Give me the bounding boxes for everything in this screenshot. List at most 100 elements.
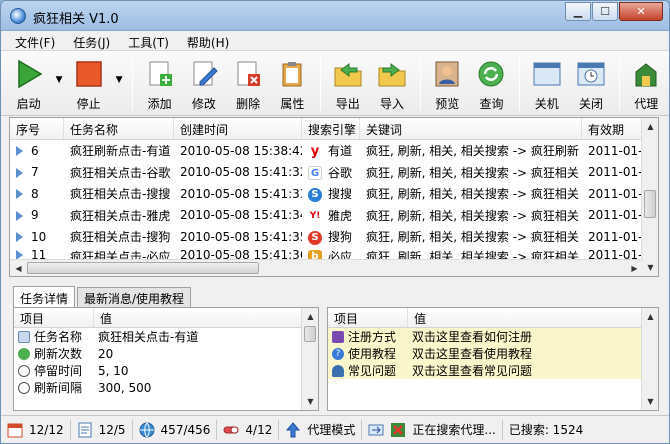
minimize-button[interactable]: ▁ (565, 2, 591, 21)
status-network: 457/456 (133, 419, 218, 440)
list-item[interactable]: 常见问题 双击这里查看常见问题 (328, 362, 658, 379)
column-header-engine[interactable]: 搜索引擎 (302, 118, 360, 139)
help-icon: ? (332, 347, 344, 360)
list-item[interactable]: 刷新次数 20 (14, 345, 318, 362)
google-icon: G (308, 166, 322, 181)
tab-news-tutorials[interactable]: 最新消息/使用教程 (77, 287, 192, 309)
calendar-icon (7, 423, 23, 437)
help-panel: 项目 值 注册方式 双击这里查看如何注册 ? 使用教程 双击这里查看使用教程 常见… (327, 307, 659, 411)
menu-file[interactable]: 文件(F) (9, 31, 61, 50)
yahoo-icon: Y! (308, 209, 322, 224)
proxy-button[interactable]: 代理 (625, 55, 668, 113)
play-icon (16, 232, 23, 243)
menu-task[interactable]: 任务(J) (67, 31, 116, 50)
add-button[interactable]: 添加 (138, 55, 181, 113)
scroll-down-icon[interactable]: ▼ (302, 393, 318, 410)
scroll-up-icon[interactable]: ▲ (642, 118, 658, 135)
scroll-up-icon[interactable]: ▲ (642, 308, 658, 325)
column-header-keywords[interactable]: 关键词 (360, 118, 582, 139)
column-header-id[interactable]: 序号 (10, 118, 64, 139)
table-row[interactable]: 7 疯狂相关点击-谷歌 2010-05-08 15:41:32 G 谷歌 疯狂, … (10, 162, 658, 184)
close-button[interactable]: ✕ (619, 2, 663, 21)
status-mode[interactable]: 代理模式 (279, 419, 363, 440)
scroll-left-icon[interactable]: ◀ (10, 260, 27, 276)
import-button[interactable]: 导入 (370, 55, 413, 113)
edit-button[interactable]: 修改 (182, 55, 225, 113)
details-column-item[interactable]: 项目 (14, 308, 94, 327)
status-sessions: 12/5 (71, 419, 133, 440)
clock-window-icon (576, 59, 606, 89)
start-button[interactable]: 启动 (7, 55, 50, 113)
user-icon (332, 364, 344, 377)
up-arrow-icon (286, 421, 301, 437)
export-button[interactable]: 导出 (326, 55, 369, 113)
task-list-horizontal-scrollbar[interactable]: ◀ ▶ (10, 259, 643, 276)
proxy-icon (631, 59, 661, 89)
list-item[interactable]: ? 使用教程 双击这里查看使用教程 (328, 345, 658, 362)
table-row[interactable]: 6 疯狂刷新点击-有道 2010-05-08 15:38:42 y 有道 疯狂, … (10, 140, 658, 162)
toolbar: 启动 ▼ 停止 ▼ 添加 修改 删除 属性 导出 导入 预览 查询 关机 关闭 … (1, 51, 669, 116)
soso-icon: S (308, 187, 322, 202)
list-item[interactable]: 任务名称 疯狂相关点击-有道 (14, 328, 318, 345)
window-icon (532, 59, 562, 89)
menu-help[interactable]: 帮助(H) (181, 31, 235, 50)
help-column-value[interactable]: 值 (408, 308, 642, 327)
stop-dropdown-arrow[interactable]: ▼ (111, 55, 127, 115)
scroll-down-icon[interactable]: ▼ (642, 393, 658, 410)
add-document-icon (145, 59, 175, 89)
start-dropdown-arrow[interactable]: ▼ (51, 55, 67, 115)
delete-document-icon (233, 59, 263, 89)
scroll-right-icon[interactable]: ▶ (626, 260, 643, 276)
delete-button[interactable]: 删除 (227, 55, 270, 113)
properties-button[interactable]: 属性 (271, 55, 314, 113)
task-list: 序号 任务名称 创建时间 搜索引擎 关键词 有效期 6 疯狂刷新点击-有道 20… (9, 117, 659, 277)
play-icon (16, 210, 23, 221)
preview-button[interactable]: 预览 (426, 55, 469, 113)
status-tests: 4/12 (217, 419, 280, 440)
person-portrait-icon (432, 59, 462, 89)
status-tasks: 12/12 (1, 419, 71, 440)
app-window: 疯狂相关 V1.0 ▁ ☐ ✕ 文件(F) 任务(J) 工具(T) 帮助(H) … (0, 0, 670, 444)
help-column-item[interactable]: 项目 (328, 308, 408, 327)
scroll-up-icon[interactable]: ▲ (302, 308, 318, 325)
sogou-icon: S (308, 230, 322, 245)
help-vertical-scrollbar[interactable]: ▲ ▼ (641, 308, 658, 410)
details-vertical-scrollbar[interactable]: ▲ ▼ (301, 308, 318, 410)
details-column-value[interactable]: 值 (94, 308, 302, 327)
play-icon (16, 167, 23, 178)
table-row[interactable]: 11 疯狂相关点击-必应 2010-05-08 15:41:36 b 必应 疯狂,… (10, 248, 658, 264)
refresh-icon (18, 347, 30, 360)
info-icon (18, 330, 30, 343)
table-row[interactable]: 8 疯狂相关点击-搜搜 2010-05-08 15:41:33 S 搜搜 疯狂, … (10, 183, 658, 205)
horizontal-scroll-thumb[interactable] (27, 262, 259, 274)
column-header-created[interactable]: 创建时间 (174, 118, 302, 139)
export-folder-icon (333, 59, 363, 89)
import-folder-icon (377, 59, 407, 89)
query-button[interactable]: 查询 (470, 55, 513, 113)
table-row[interactable]: 9 疯狂相关点击-雅虎 2010-05-08 15:41:34 Y! 雅虎 疯狂,… (10, 205, 658, 227)
menu-tools[interactable]: 工具(T) (122, 31, 175, 50)
list-item[interactable]: 停留时间 5, 10 (14, 362, 318, 379)
column-header-name[interactable]: 任务名称 (64, 118, 174, 139)
tab-task-details[interactable]: 任务详情 (13, 286, 76, 309)
task-list-header: 序号 任务名称 创建时间 搜索引擎 关键词 有效期 (10, 118, 658, 140)
edit-document-icon (189, 59, 219, 89)
scroll-down-icon[interactable]: ▼ (642, 259, 658, 276)
pill-icon (223, 426, 239, 433)
list-item[interactable]: 刷新间隔 300, 500 (14, 379, 318, 396)
list-item[interactable]: 注册方式 双击这里查看如何注册 (328, 328, 658, 345)
shutdown-button[interactable]: 关机 (525, 55, 568, 113)
task-list-vertical-scrollbar[interactable]: ▲ ▼ (641, 118, 658, 276)
title-bar: 疯狂相关 V1.0 ▁ ☐ ✕ (1, 1, 669, 31)
maximize-button[interactable]: ☐ (592, 2, 618, 21)
play-icon (14, 59, 44, 89)
stop-button[interactable]: 停止 (67, 55, 110, 113)
table-row[interactable]: 10 疯狂相关点击-搜狗 2010-05-08 15:41:35 S 搜狗 疯狂,… (10, 226, 658, 248)
status-searching: 正在搜索代理... (362, 419, 503, 440)
key-icon (332, 330, 344, 343)
vertical-scroll-thumb[interactable] (304, 326, 316, 342)
status-bar: 12/12 12/5 457/456 4/12 代理模式 正在搜索代理... 已… (1, 415, 669, 443)
vertical-scroll-thumb[interactable] (644, 190, 656, 218)
close-app-button[interactable]: 关闭 (569, 55, 612, 113)
column-header-expiry[interactable]: 有效期 (582, 118, 644, 139)
